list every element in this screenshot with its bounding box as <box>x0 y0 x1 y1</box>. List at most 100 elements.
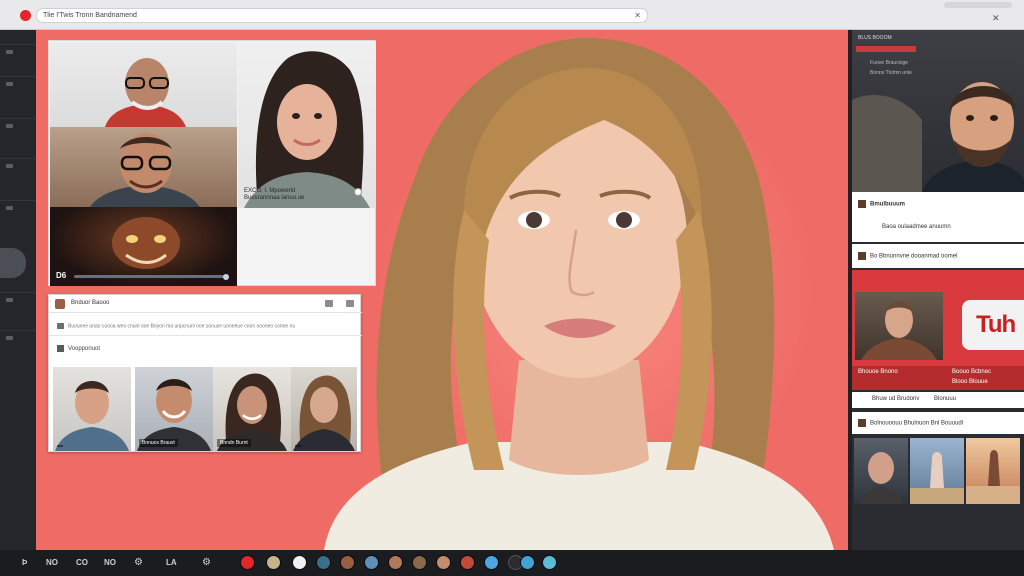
tile-progress <box>74 275 224 278</box>
youtube-thumbnail <box>855 292 943 360</box>
chat-icon[interactable] <box>325 300 333 307</box>
avatar-icon[interactable] <box>388 555 403 570</box>
rail-item[interactable] <box>0 44 36 60</box>
video-tile[interactable] <box>50 127 237 207</box>
toolbar-item[interactable]: NO <box>104 558 116 567</box>
sidebar-thumbnail[interactable] <box>854 438 908 504</box>
sidebar-video-tile[interactable]: BLUS BOOOM Fuooe Brauvioge Bonns Thdmn u… <box>852 30 1024 192</box>
footer-text: Bhouoe Bnono <box>858 369 898 375</box>
avatar-icon[interactable] <box>542 555 557 570</box>
participant-caption: EXCO. I. Mpowerld Buosrannnaa ianuu.ue <box>244 188 334 202</box>
rail-item[interactable] <box>0 158 36 174</box>
avatar-icon[interactable] <box>412 555 427 570</box>
avatar-icon[interactable] <box>436 555 451 570</box>
rail-item[interactable] <box>0 76 36 92</box>
thumbnail-photo <box>860 452 902 504</box>
toolbar-item[interactable]: Þ <box>22 558 27 567</box>
top-right-pill <box>944 2 1012 8</box>
participant-tile[interactable] <box>53 367 131 451</box>
message-text: Buounee unao cuooa weo cnunl ooe Boyon m… <box>68 323 296 330</box>
participant-photo <box>55 381 129 451</box>
window-close-icon[interactable]: ✕ <box>992 13 1000 24</box>
caption-line: EXCO. I. Mpowerld <box>244 188 296 194</box>
participant-video <box>244 51 370 208</box>
sidebar-card-title: Bmulbuuum <box>858 200 905 208</box>
participant-video <box>105 58 186 127</box>
youtube-panel[interactable]: Tuh Bhouoe Bnono Boouo Bcbnec Blooo Blou… <box>852 270 1024 390</box>
sidebar-card-title: Bhuw ud Brudonv <box>872 396 920 402</box>
menu-icon[interactable] <box>346 300 354 307</box>
participant-tile[interactable] <box>291 367 357 451</box>
avatar <box>858 200 866 208</box>
app-window: Tlie I'Twis Tronn Bandnamend ✕ ✕ D6 EXCO… <box>0 0 1024 576</box>
avatar-icon[interactable] <box>340 555 355 570</box>
card-title-text: Bolnouoouu Bhulnuon Bnl Bouuudl <box>870 420 964 427</box>
participant-tile[interactable]: Bnnuos Brauvt <box>135 367 213 451</box>
sidebar-card-title: Bo Bbnunnvne dooanmad oomel <box>858 252 957 260</box>
participant-caption <box>57 445 63 447</box>
mic-icon[interactable] <box>292 555 307 570</box>
sidebar-thumbnail[interactable] <box>910 438 964 504</box>
video-tile[interactable]: EXCO. I. Mpowerld Buosrannnaa ianuu.ue <box>238 42 376 208</box>
rail-item[interactable] <box>0 292 36 308</box>
video-tile[interactable]: D6 <box>50 207 237 286</box>
avatar-icon[interactable] <box>460 555 475 570</box>
sidebar-card-sub: Baoa oulaadmee anuumn <box>882 224 951 230</box>
sidebar-thumbnail[interactable] <box>966 438 1020 504</box>
rail-handle[interactable] <box>0 248 26 278</box>
sidebar-card[interactable]: Bmulbuuum Baoa oulaadmee anuumn <box>852 192 1024 242</box>
tile-status-icon <box>354 188 362 196</box>
bottom-toolbar: Þ NO CO NO ⚙ LA ⚙ <box>0 550 1024 576</box>
toolbar-item[interactable]: NO <box>46 558 58 567</box>
presenter-video <box>324 37 834 550</box>
record-icon[interactable] <box>240 555 255 570</box>
left-rail <box>0 30 36 550</box>
footer-text: Boouo Bcbnec <box>952 369 992 375</box>
tile-status-icon <box>223 274 229 280</box>
caption-line: Buosrannnaa ianuu.ue <box>244 195 305 201</box>
avatar-icon[interactable] <box>364 555 379 570</box>
gear-icon[interactable]: ⚙ <box>134 557 143 568</box>
sidebar-card[interactable]: Bhuw ud Brudonv Blonuuu <box>852 392 1024 408</box>
toolbar-item[interactable]: LA <box>166 558 177 567</box>
card-title-text: Bo Bbnunnvne dooanmad oomel <box>870 253 958 260</box>
toolbar-item[interactable]: CO <box>76 558 88 567</box>
sidebar-card[interactable]: Bolnouoouu Bhulnuon Bnl Bouuudl <box>852 412 1024 434</box>
avatar-icon[interactable] <box>520 555 535 570</box>
card-message: Buounee unao cuooa weo cnunl ooe Boyon m… <box>57 323 353 330</box>
participant-caption: Bnndn Burnt <box>217 439 251 447</box>
participants-card: Bnduor Baooo Buounee unao cuooa weo cnun… <box>48 294 362 452</box>
settings-icon[interactable]: ⚙ <box>202 557 211 568</box>
card-title-text: Bmulbuuum <box>870 201 905 208</box>
participant-caption: Bnnuos Brauvt <box>139 439 178 447</box>
avatar-icon[interactable] <box>316 555 331 570</box>
participant-caption <box>295 445 301 447</box>
rail-item[interactable] <box>0 330 36 346</box>
divider <box>49 335 362 336</box>
thumbnail-photo <box>910 452 964 504</box>
card-subheading: Voopponuot <box>57 345 100 352</box>
record-icon[interactable] <box>20 10 31 21</box>
avatar <box>55 299 65 309</box>
rail-item[interactable] <box>0 200 36 216</box>
message-icon <box>57 323 64 329</box>
participant-video <box>90 133 200 207</box>
right-sidebar: BLUS BOOOM Fuooe Brauvioge Bonns Thdmn u… <box>852 30 1024 550</box>
participant-tile[interactable]: Bnndn Burnt <box>213 367 291 451</box>
avatar-icon[interactable] <box>266 555 281 570</box>
tile-badge: D6 <box>56 271 67 280</box>
avatar-icon[interactable] <box>484 555 499 570</box>
video-grid: D6 EXCO. I. Mpowerld Buosrannnaa ianuu.u… <box>48 40 376 286</box>
close-icon[interactable]: ✕ <box>634 9 641 23</box>
sidebar-card[interactable]: Bo Bbnunnvne dooanmad oomel <box>852 244 1024 268</box>
rail-item[interactable] <box>0 118 36 134</box>
card-header: Bnduor Baooo <box>49 295 362 313</box>
address-bar[interactable]: Tlie I'Twis Tronn Bandnamend ✕ <box>36 8 648 23</box>
video-tile[interactable] <box>50 42 237 127</box>
subheading-text: Voopponuot <box>68 346 101 353</box>
youtube-logo: Tuh <box>962 300 1024 350</box>
thumbnail-photo <box>966 450 1020 504</box>
subheading-icon <box>57 345 64 352</box>
card-title: Bnduor Baooo <box>71 300 110 306</box>
browser-bar: Tlie I'Twis Tronn Bandnamend ✕ ✕ <box>0 0 1024 30</box>
